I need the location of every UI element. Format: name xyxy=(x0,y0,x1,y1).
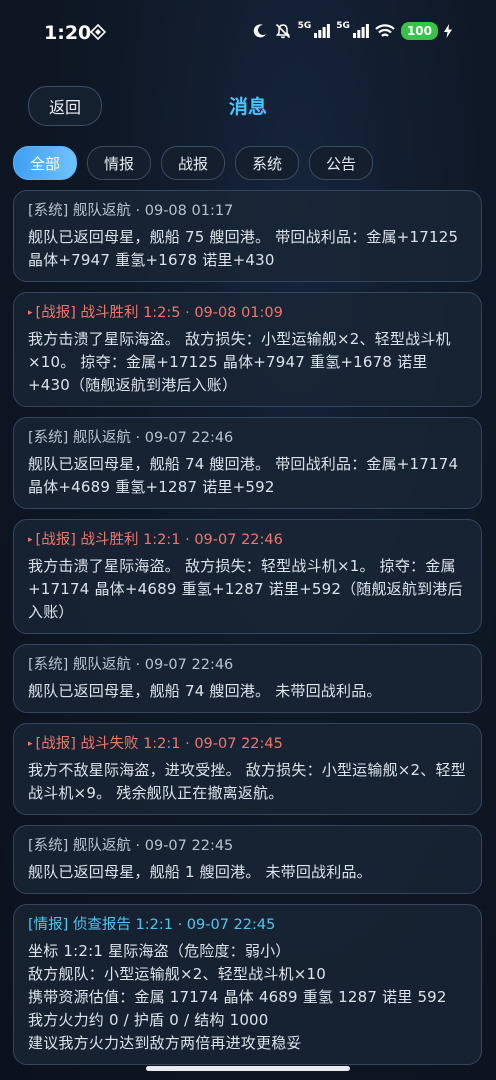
filter-tabs: 全部 情报 战报 系统 公告 xyxy=(13,146,373,180)
tab-announcement[interactable]: 公告 xyxy=(309,146,373,180)
net-label-2: 5G xyxy=(336,21,350,31)
message-card[interactable]: [系统] 舰队返航 · 09-07 22:46 舰队已返回母星，舰船 74 艘回… xyxy=(13,417,482,509)
signal-icon-2 xyxy=(352,24,369,38)
message-head: [情报] 侦查报告 1:2:1 · 09-07 22:45 xyxy=(28,917,276,933)
intel-line: 携带资源估值：金属 17174 晶体 4689 重氢 1287 诺里 592 xyxy=(28,988,447,1006)
message-card[interactable]: [系统] 舰队返航 · 09-07 22:46 舰队已返回母星，舰船 74 艘回… xyxy=(13,644,482,713)
message-card[interactable]: [系统] 舰队返航 · 09-07 22:45 舰队已返回母星，舰船 1 艘回港… xyxy=(13,825,482,894)
battle-marker-icon: ▸ xyxy=(28,308,33,318)
message-body: 舰队已返回母星，舰船 74 艘回港。 带回战利品：金属+17174 晶体+468… xyxy=(28,455,459,496)
page-title: 消息 xyxy=(228,96,267,118)
home-indicator[interactable] xyxy=(146,1066,350,1071)
intel-line: 坐标 1:2:1 星际海盗（危险度：弱小） xyxy=(28,942,291,960)
moon-icon xyxy=(253,24,266,38)
status-bar: 1:20 5G 5G 100 xyxy=(0,0,496,66)
message-body: 舰队已返回母星，舰船 1 艘回港。 未带回战利品。 xyxy=(28,863,372,881)
message-body: 舰队已返回母星，舰船 74 艘回港。 未带回战利品。 xyxy=(28,682,382,700)
message-card[interactable]: ▸ [战报] 战斗胜利 1:2:5 · 09-08 01:09 我方击溃了星际海盗… xyxy=(13,292,482,407)
message-head: ▸ [战报] 战斗失败 1:2:1 · 09-07 22:45 xyxy=(28,732,469,753)
message-head: [系统] 舰队返航 · 09-08 01:17 xyxy=(28,203,234,219)
message-head-text: [战报] 战斗失败 1:2:1 · 09-07 22:45 xyxy=(35,736,283,752)
tab-intel[interactable]: 情报 xyxy=(87,146,151,180)
tab-system[interactable]: 系统 xyxy=(235,146,299,180)
message-body: 我方击溃了星际海盗。 敌方损失：轻型战斗机×1。 掠夺：金属+17174 晶体+… xyxy=(28,557,463,621)
message-head: ▸ [战报] 战斗胜利 1:2:5 · 09-08 01:09 xyxy=(28,301,469,322)
message-body: 我方击溃了星际海盗。 敌方损失：小型运输舰×2、轻型战斗机×10。 掠夺：金属+… xyxy=(28,330,451,394)
message-head: ▸ [战报] 战斗胜利 1:2:1 · 09-07 22:46 xyxy=(28,528,469,549)
message-head-text: [战报] 战斗胜利 1:2:1 · 09-07 22:46 xyxy=(35,532,283,548)
charging-icon xyxy=(444,24,452,38)
message-list: [系统] 舰队返航 · 09-08 01:17 舰队已返回母星，舰船 75 艘回… xyxy=(13,190,482,1075)
message-head-text: [战报] 战斗胜利 1:2:5 · 09-08 01:09 xyxy=(35,305,283,321)
message-card[interactable]: [系统] 舰队返航 · 09-08 01:17 舰队已返回母星，舰船 75 艘回… xyxy=(13,190,482,282)
message-head: [系统] 舰队返航 · 09-07 22:45 xyxy=(28,838,234,854)
intel-line: 敌方舰队：小型运输舰×2、轻型战斗机×10 xyxy=(28,965,326,983)
tab-all[interactable]: 全部 xyxy=(13,146,77,180)
intel-line: 我方火力约 0 / 护盾 0 / 结构 1000 xyxy=(28,1011,269,1029)
message-body: 坐标 1:2:1 星际海盗（危险度：弱小） 敌方舰队：小型运输舰×2、轻型战斗机… xyxy=(28,940,469,1055)
battle-marker-icon: ▸ xyxy=(28,739,33,749)
message-card[interactable]: [情报] 侦查报告 1:2:1 · 09-07 22:45 坐标 1:2:1 星… xyxy=(13,904,482,1065)
message-body: 我方不敌星际海盗，进攻受挫。 敌方损失：小型运输舰×2、轻型战斗机×9。 残余舰… xyxy=(28,761,466,802)
vpn-icon xyxy=(90,24,106,40)
status-time: 1:20 xyxy=(44,22,92,44)
wifi-icon xyxy=(375,23,395,37)
intel-line: 建议我方火力达到敌方两倍再进攻更稳妥 xyxy=(28,1034,302,1052)
message-head: [系统] 舰队返航 · 09-07 22:46 xyxy=(28,657,234,673)
message-body: 舰队已返回母星，舰船 75 艘回港。 带回战利品：金属+17125 晶体+794… xyxy=(28,228,459,269)
mute-icon xyxy=(275,23,290,39)
signal-icon-1 xyxy=(314,24,331,38)
battery-indicator: 100 xyxy=(400,22,438,40)
message-head: [系统] 舰队返航 · 09-07 22:46 xyxy=(28,430,234,446)
header: 返回 消息 xyxy=(0,82,496,128)
message-card[interactable]: ▸ [战报] 战斗失败 1:2:1 · 09-07 22:45 我方不敌星际海盗，… xyxy=(13,723,482,815)
tab-battle[interactable]: 战报 xyxy=(161,146,225,180)
message-card[interactable]: ▸ [战报] 战斗胜利 1:2:1 · 09-07 22:46 我方击溃了星际海盗… xyxy=(13,519,482,634)
battle-marker-icon: ▸ xyxy=(28,535,33,545)
net-label-1: 5G xyxy=(297,21,312,31)
